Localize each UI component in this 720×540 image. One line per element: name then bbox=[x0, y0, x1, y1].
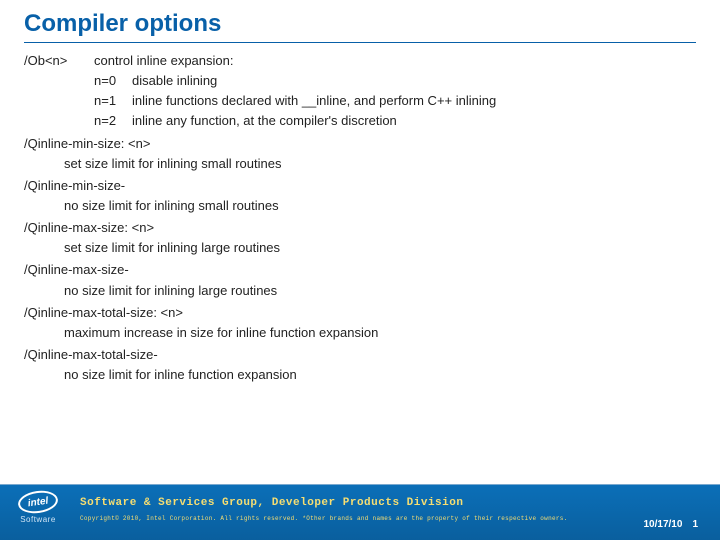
ob-sub-2: n=2 inline any function, at the compiler… bbox=[94, 111, 696, 131]
flag-desc: maximum increase in size for inline func… bbox=[64, 323, 696, 343]
ob-sub-text: disable inlining bbox=[132, 71, 217, 91]
flag-name: /Qinline-min-size: <n> bbox=[24, 134, 696, 154]
flag-block-1: /Qinline-min-size- no size limit for inl… bbox=[24, 176, 696, 216]
ob-sub-text: inline functions declared with __inline,… bbox=[132, 91, 496, 111]
flag-desc: no size limit for inlining large routine… bbox=[64, 281, 696, 301]
flag-name: /Qinline-max-total-size- bbox=[24, 345, 696, 365]
footer-copyright: Copyright© 2010, Intel Corporation. All … bbox=[80, 515, 610, 522]
ob-sub-key: n=2 bbox=[94, 111, 132, 131]
flag-block-5: /Qinline-max-total-size- no size limit f… bbox=[24, 345, 696, 385]
ob-sub-1: n=1 inline functions declared with __inl… bbox=[94, 91, 696, 111]
flag-desc: set size limit for inlining small routin… bbox=[64, 154, 696, 174]
ob-sub-0: n=0 disable inlining bbox=[94, 71, 696, 91]
footer-bar: intel Software Software & Services Group… bbox=[0, 484, 720, 540]
slide: Compiler options /Ob<n> control inline e… bbox=[0, 0, 720, 540]
flag-block-4: /Qinline-max-total-size: <n> maximum inc… bbox=[24, 303, 696, 343]
footer-division: Software & Services Group, Developer Pro… bbox=[80, 497, 610, 509]
ob-sub-key: n=1 bbox=[94, 91, 132, 111]
slide-body: /Ob<n> control inline expansion: n=0 dis… bbox=[0, 43, 720, 385]
footer-date: 10/17/10 bbox=[644, 519, 683, 530]
flag-block-2: /Qinline-max-size: <n> set size limit fo… bbox=[24, 218, 696, 258]
ob-row: /Ob<n> control inline expansion: bbox=[24, 51, 696, 71]
flag-desc: no size limit for inline function expans… bbox=[64, 365, 696, 385]
logo-subtext: Software bbox=[20, 515, 56, 524]
footer-text: Software & Services Group, Developer Pro… bbox=[80, 497, 610, 522]
flag-name: /Qinline-max-size- bbox=[24, 260, 696, 280]
ob-sub-text: inline any function, at the compiler's d… bbox=[132, 111, 397, 131]
flag-block-3: /Qinline-max-size- no size limit for inl… bbox=[24, 260, 696, 300]
flag-desc: set size limit for inlining large routin… bbox=[64, 238, 696, 258]
footer-page: 1 bbox=[692, 519, 698, 530]
flag-name: /Qinline-max-total-size: <n> bbox=[24, 303, 696, 323]
ob-desc: control inline expansion: bbox=[94, 51, 233, 71]
slide-title: Compiler options bbox=[0, 0, 720, 42]
flag-desc: no size limit for inlining small routine… bbox=[64, 196, 696, 216]
footer-right: 10/17/10 1 bbox=[644, 519, 699, 530]
flag-name: /Qinline-min-size- bbox=[24, 176, 696, 196]
ob-sub-key: n=0 bbox=[94, 71, 132, 91]
intel-logo-icon: intel bbox=[17, 488, 60, 515]
flag-name: /Qinline-max-size: <n> bbox=[24, 218, 696, 238]
ob-flag: /Ob<n> bbox=[24, 51, 94, 71]
flag-block-0: /Qinline-min-size: <n> set size limit fo… bbox=[24, 134, 696, 174]
logo: intel Software bbox=[18, 491, 58, 524]
